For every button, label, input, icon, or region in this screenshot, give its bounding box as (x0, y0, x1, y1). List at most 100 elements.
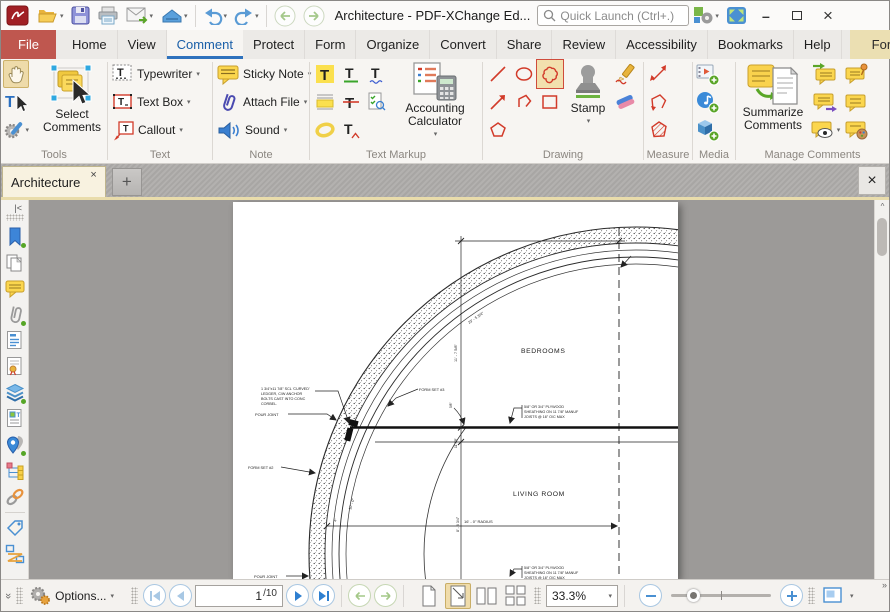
chevron-down-icon[interactable]: ▾ (837, 126, 841, 134)
collapse-sidebar-icon[interactable]: |< (14, 201, 28, 213)
view-forward-button[interactable] (374, 584, 397, 607)
chevron-down-icon[interactable]: ▾ (304, 98, 308, 106)
sidebar-layers-button[interactable] (3, 380, 27, 405)
toolbar-grip[interactable] (16, 587, 23, 604)
pencil-tool-button[interactable] (613, 60, 639, 88)
add-audio-button[interactable] (695, 88, 721, 116)
attach-file-button[interactable]: Attach File▾ (215, 88, 313, 116)
tab-protect[interactable]: Protect (243, 30, 305, 59)
multi-page-view-button[interactable] (503, 583, 529, 609)
sidebar-bookmarks-button[interactable] (3, 224, 27, 249)
open-button[interactable]: ▾ (34, 3, 67, 29)
chevron-down-icon[interactable]: ▾ (150, 12, 154, 20)
import-comments-button[interactable] (808, 60, 842, 88)
first-page-button[interactable] (143, 584, 166, 607)
highlight-text-button[interactable]: T (312, 60, 338, 88)
options-button[interactable]: Options... (55, 589, 106, 603)
close-document-button[interactable]: × (858, 166, 886, 195)
ellipse-tool-button[interactable] (511, 60, 537, 88)
sidebar-grip[interactable] (6, 214, 24, 221)
rectangle-tool-button[interactable] (537, 88, 563, 116)
page-number-field[interactable]: 1/10 (195, 585, 283, 607)
tab-share[interactable]: Share (497, 30, 553, 59)
scrollbar-thumb[interactable] (877, 218, 887, 256)
undo-button[interactable]: ▾ (200, 3, 231, 29)
chevron-down-icon[interactable]: ▾ (25, 126, 29, 134)
history-forward-button[interactable] (300, 3, 328, 29)
tab-convert[interactable]: Convert (430, 30, 497, 59)
minimize-button[interactable]: – (751, 4, 781, 28)
sound-button[interactable]: Sound▾ (215, 116, 313, 144)
chevron-down-icon[interactable]: ▾ (587, 115, 591, 128)
add-3d-button[interactable] (695, 116, 721, 144)
select-text-tool-button[interactable]: T (3, 88, 29, 116)
other-tools-button[interactable]: ▾ (3, 116, 29, 144)
toolbar-grip[interactable] (534, 587, 541, 604)
chevron-down-icon[interactable]: ▾ (434, 128, 438, 141)
polyline-tool-button[interactable] (511, 88, 537, 116)
sidebar-structure-button[interactable] (3, 458, 27, 483)
fit-page-view-button[interactable] (445, 583, 471, 609)
chevron-down-icon[interactable]: ▾ (224, 12, 228, 20)
close-window-button[interactable]: × (813, 4, 843, 28)
squiggly-underline-button[interactable]: T (364, 60, 390, 88)
collapse-statusbar-icon[interactable]: » (2, 592, 14, 598)
tab-review[interactable]: Review (552, 30, 616, 59)
eraser-tool-button[interactable] (613, 88, 639, 116)
collapse-statusbar-right-icon[interactable]: » (882, 580, 887, 590)
comment-styles-button[interactable] (842, 116, 872, 144)
chevron-down-icon[interactable]: ▾ (715, 12, 719, 20)
show-comments-button[interactable]: ▾ (808, 116, 842, 144)
insert-text-button[interactable]: T (338, 116, 364, 144)
quick-launch-input[interactable]: Quick Launch (Ctrl+.) (537, 5, 689, 26)
scan-button[interactable]: ▾ (157, 3, 191, 29)
callout-button[interactable]: TCallout▾ (110, 116, 202, 144)
toolbar-grip[interactable] (808, 587, 815, 604)
sidebar-comments-button[interactable] (3, 276, 27, 301)
sidebar-tags-button[interactable] (3, 515, 27, 540)
sticky-note-button[interactable]: Sticky Note▾ (215, 60, 313, 88)
email-button[interactable]: ▾ (123, 3, 157, 29)
strikeout-text-button[interactable]: T (338, 88, 364, 116)
history-back-button[interactable] (271, 3, 299, 29)
vertical-scrollbar[interactable]: ^ (874, 200, 889, 579)
chevron-down-icon[interactable]: ▾ (284, 126, 288, 134)
tab-bookmarks[interactable]: Bookmarks (708, 30, 794, 59)
zoom-level-select[interactable]: 33.3%▾ (546, 585, 618, 607)
next-page-button[interactable] (286, 584, 309, 607)
chevron-down-icon[interactable]: ▾ (255, 12, 259, 20)
tab-view[interactable]: View (118, 30, 167, 59)
zoom-in-button[interactable] (780, 584, 803, 607)
sidebar-order-button[interactable] (3, 541, 27, 566)
last-page-button[interactable] (312, 584, 335, 607)
verify-markup-button[interactable] (364, 88, 390, 116)
highlight-area-button[interactable] (312, 88, 338, 116)
chevron-down-icon[interactable]: ▾ (110, 592, 114, 600)
pin-comment-button[interactable] (842, 60, 872, 88)
sidebar-fields-button[interactable] (3, 328, 27, 353)
note-comment-button[interactable] (842, 88, 872, 116)
add-video-button[interactable] (695, 60, 721, 88)
zoom-out-button[interactable] (639, 584, 662, 607)
underline-text-button[interactable]: T (338, 60, 364, 88)
tab-format[interactable]: Format (850, 30, 890, 59)
hand-tool-button[interactable] (3, 60, 29, 88)
tab-organize[interactable]: Organize (356, 30, 430, 59)
cloud-tool-button[interactable] (537, 60, 563, 88)
two-page-view-button[interactable] (474, 583, 500, 609)
polygon-tool-button[interactable] (485, 116, 511, 144)
scroll-up-icon[interactable]: ^ (877, 202, 888, 211)
maximize-button[interactable] (782, 4, 812, 28)
view-back-button[interactable] (348, 584, 371, 607)
chevron-down-icon[interactable]: ▾ (608, 592, 612, 600)
arrow-tool-button[interactable] (485, 88, 511, 116)
new-tab-button[interactable]: + (112, 168, 142, 196)
chevron-down-icon[interactable]: ▾ (196, 70, 200, 78)
close-tab-icon[interactable]: × (90, 169, 96, 181)
chevron-down-icon[interactable]: ▾ (179, 126, 183, 134)
chevron-down-icon[interactable]: ▾ (184, 12, 188, 20)
zoom-slider[interactable] (671, 594, 771, 597)
tab-file[interactable]: File (1, 30, 56, 59)
sidebar-signatures-button[interactable] (3, 354, 27, 379)
zoom-slider-thumb[interactable] (687, 589, 700, 602)
